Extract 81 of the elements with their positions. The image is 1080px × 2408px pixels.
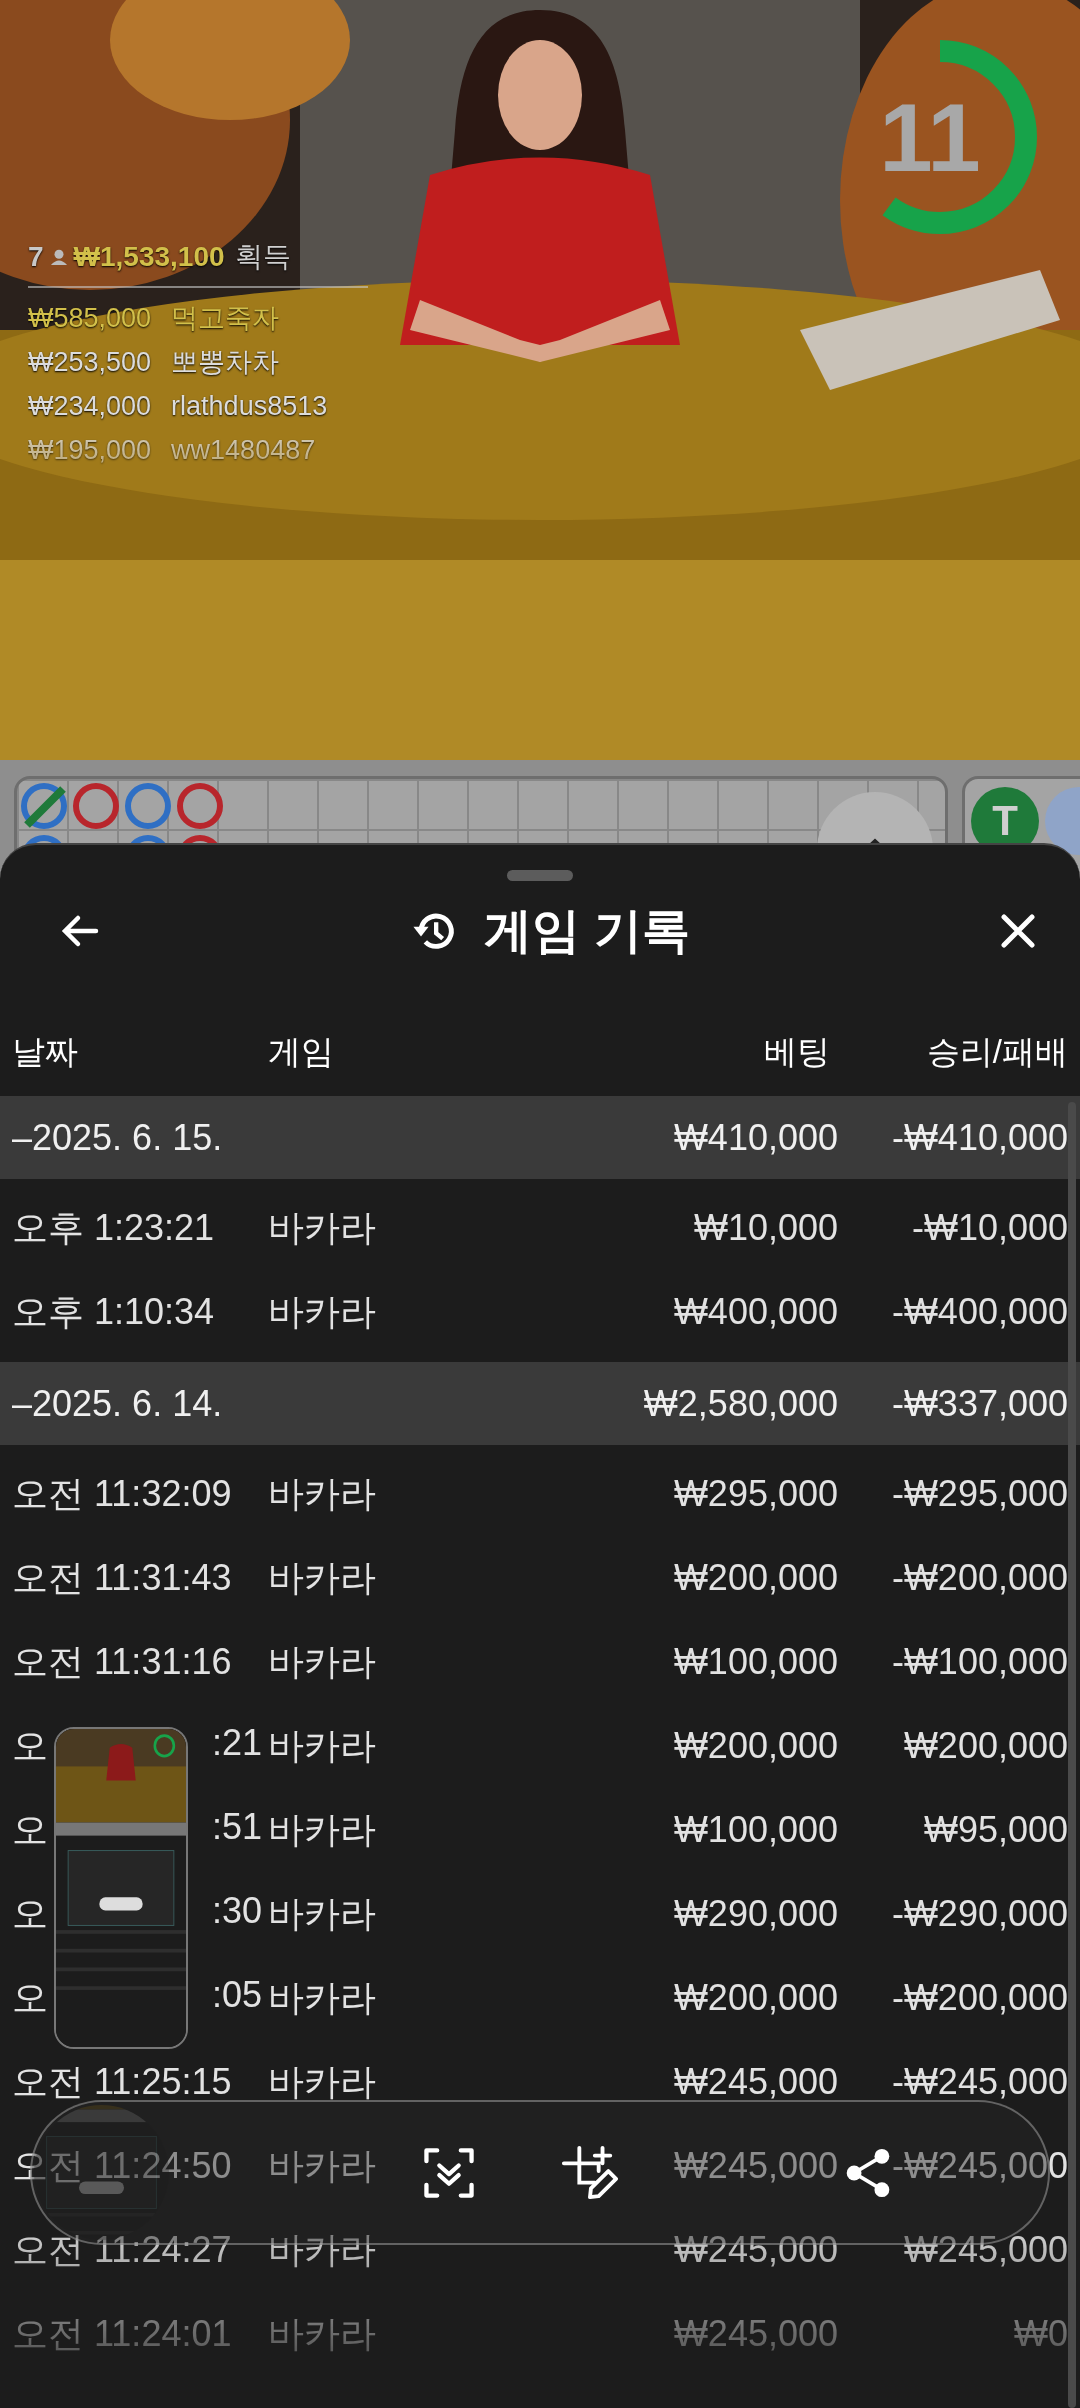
table-cell-text: 오전 11:31:16 <box>12 1639 232 1684</box>
date-group-row[interactable]: –2025. 6. 14. ₩2,580,000 -₩337,000 <box>0 1362 1080 1445</box>
win-amount: ₩195,000 <box>28 434 152 467</box>
sheet-title: 게임 기록 <box>484 903 690 959</box>
winnings-label: 획득 <box>234 240 291 274</box>
table-cell-text: :05 <box>211 1973 262 2017</box>
table-cell: -₩337,000 <box>891 1382 1068 1425</box>
table-cell-text: :51 <box>211 1805 262 1849</box>
table-cell-text: :21 <box>211 1721 262 1765</box>
table-cell: -₩290,000 <box>891 1893 1068 1935</box>
table-cell-text: 바카라 <box>268 2059 376 2104</box>
win-amount: ₩253,500 <box>28 346 152 379</box>
column-header: 승리/패배 <box>925 1031 1068 1072</box>
table-cell: ₩200,000 <box>673 1725 838 1767</box>
table-cell: ₩10,000 <box>693 1207 838 1249</box>
table-cell-text: 오후 1:23:21 <box>12 1205 215 1250</box>
table-cell-text: 오전 11:32:09 <box>12 1471 232 1516</box>
player-name: ww1480487 <box>171 434 316 467</box>
column-header: 게임 <box>268 1031 335 1072</box>
table-cell: ₩2,580,000 <box>643 1382 838 1425</box>
table-cell: –2025. 6. 14. <box>12 1382 223 1425</box>
table-cell: -₩400,000 <box>891 1291 1068 1333</box>
countdown-timer: 11 <box>840 37 1040 237</box>
table-cell-text: 바카라 <box>268 1723 376 1768</box>
table-cell-text: 바카라 <box>268 1639 376 1684</box>
table-cell-text: 오전 11:25:15 <box>12 2059 232 2104</box>
table-cell-text: 오 <box>12 1723 48 1768</box>
column-header: 베팅 <box>763 1031 831 1072</box>
table-cell: -₩100,000 <box>891 1641 1068 1683</box>
table-cell: ₩295,000 <box>673 1473 838 1515</box>
table-cell: -₩410,000 <box>891 1116 1068 1159</box>
table-cell-text: 오 <box>12 1807 48 1852</box>
table-cell: ₩200,000 <box>903 1725 1068 1767</box>
table-cell: ₩100,000 <box>673 1641 838 1683</box>
table-cell: -₩200,000 <box>891 1977 1068 2019</box>
table-cell: -₩295,000 <box>891 1473 1068 1515</box>
table-cell: ₩100,000 <box>673 1809 838 1851</box>
table-cell-text: 오전 11:31:43 <box>12 1555 232 1600</box>
table-cell: ₩200,000 <box>673 1977 838 2019</box>
table-cell: ₩0 <box>1014 2313 1068 2355</box>
date-group-row[interactable]: –2025. 6. 15. ₩410,000 -₩410,000 <box>0 1096 1080 1179</box>
table-cell-text: 바카라 <box>268 1807 376 1852</box>
table-cell: -₩10,000 <box>911 1207 1068 1249</box>
player-name: 먹고죽자 <box>171 302 280 335</box>
table-cell: ₩245,000 <box>673 2313 838 2355</box>
table-cell: ₩410,000 <box>673 1116 838 1159</box>
drag-handle[interactable] <box>507 870 573 881</box>
table-cell: ₩200,000 <box>673 1557 838 1599</box>
table-cell-text: 바카라 <box>268 2143 376 2188</box>
table-cell: ₩95,000 <box>923 1809 1068 1851</box>
table-cell: ₩245,000 <box>673 2229 838 2271</box>
table-cell-text: :30 <box>211 1889 262 1933</box>
column-header: 날짜 <box>12 1031 79 1072</box>
table-cell-text: 바카라 <box>268 1471 376 1516</box>
scrollbar[interactable] <box>1068 1102 1076 2408</box>
win-amount: ₩234,000 <box>28 390 152 423</box>
table-cell-text: 오 <box>12 1891 48 1936</box>
player-name: rlathdus8513 <box>171 390 328 423</box>
table-cell-text: 바카라 <box>268 2227 376 2272</box>
table-cell-text: 오후 1:10:34 <box>12 1289 215 1334</box>
table-cell: ₩290,000 <box>673 1893 838 1935</box>
table-cell: ₩245,000 <box>903 2229 1068 2271</box>
table-cell-text: 오 <box>12 1975 48 2020</box>
table-cell: -₩245,000 <box>891 2061 1068 2103</box>
crop-edit-icon[interactable] <box>560 2143 618 2202</box>
table-cell-text: 오전 11:24:01 <box>12 2311 232 2356</box>
person-icon <box>49 248 68 266</box>
table-cell-text: 바카라 <box>268 1891 376 1936</box>
table-cell-text: 바카라 <box>268 1555 376 1600</box>
table-cell-text: 바카라 <box>268 1975 376 2020</box>
table-cell-text: 바카라 <box>268 1289 376 1334</box>
table-cell: ₩400,000 <box>673 1291 838 1333</box>
table-cell-text: 바카라 <box>268 2311 376 2356</box>
table-cell-text: 바카라 <box>268 1205 376 1250</box>
table-cell: ₩245,000 <box>673 2145 838 2187</box>
table-cell: -₩200,000 <box>891 1557 1068 1599</box>
table-cell: ₩245,000 <box>673 2061 838 2103</box>
player-count: 7 <box>28 241 44 273</box>
player-name: 뽀뽕차차 <box>171 346 280 379</box>
table-cell: –2025. 6. 15. <box>12 1116 223 1159</box>
table-cell-text: 오전 11:24:27 <box>12 2227 232 2272</box>
